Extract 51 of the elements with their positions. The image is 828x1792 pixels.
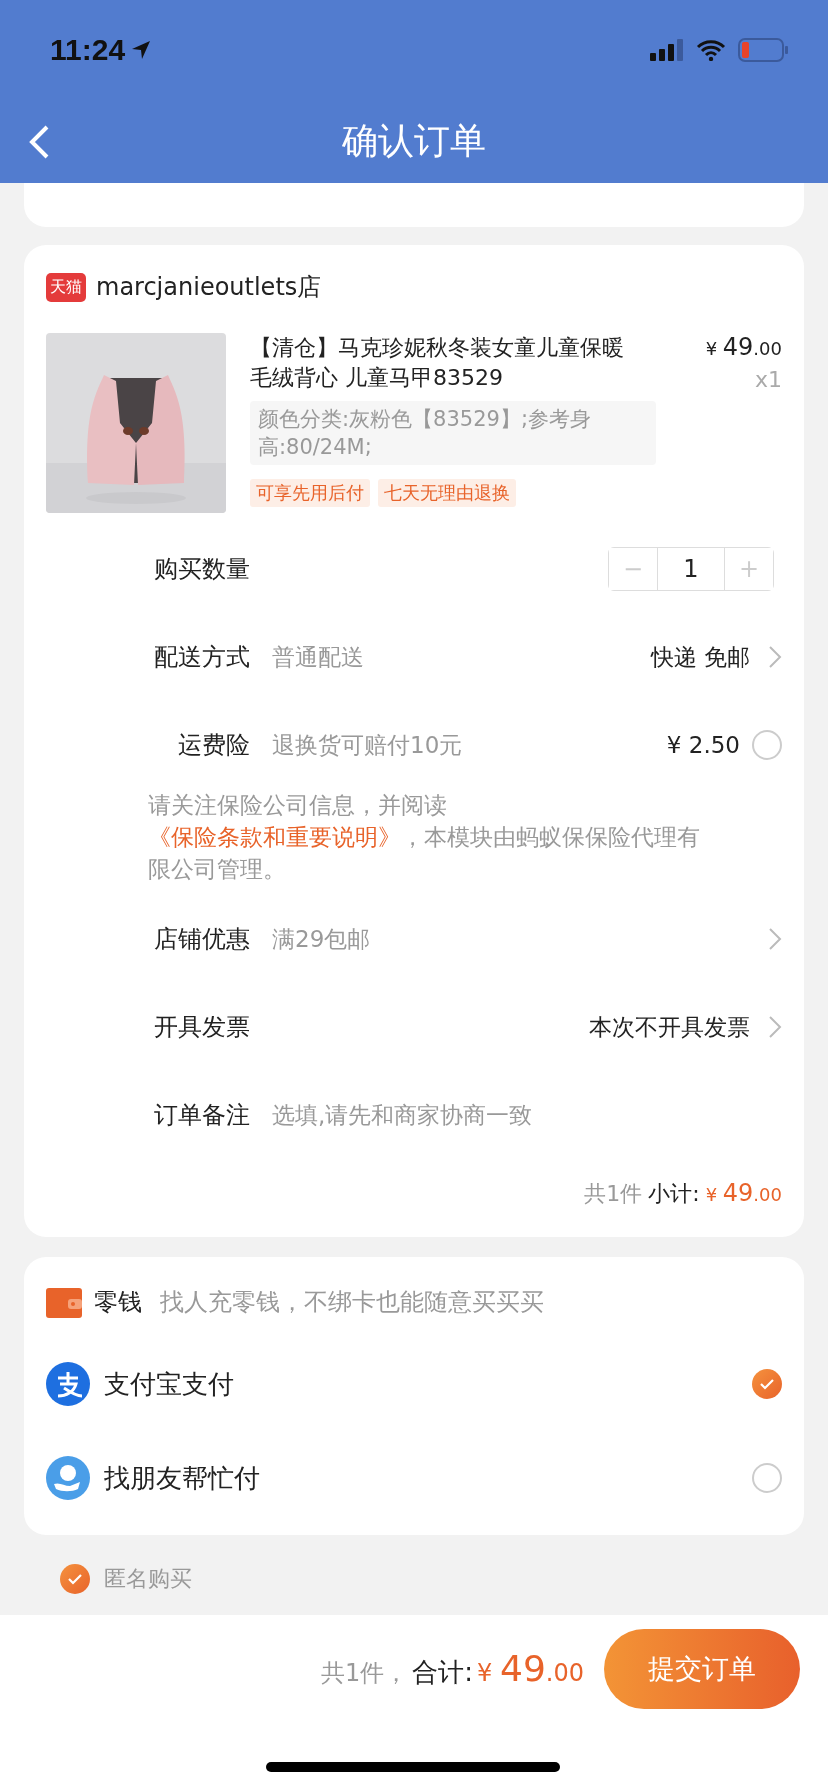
- check-icon: [67, 1573, 83, 1585]
- insurance-checkbox[interactable]: [752, 730, 782, 760]
- chevron-right-icon: [768, 927, 782, 951]
- row-value[interactable]: 本次不开具发票: [589, 1011, 750, 1043]
- payment-method[interactable]: 找朋友帮忙付: [104, 1460, 726, 1496]
- item-count: 共1件: [584, 1180, 643, 1208]
- row-hint: 普通配送: [272, 642, 365, 672]
- status-time: 11:24: [50, 33, 126, 67]
- battery-icon: [738, 38, 788, 62]
- shop-name[interactable]: marcjanieoutlets店: [96, 271, 322, 303]
- row-label: 店铺优惠: [153, 924, 250, 955]
- row-value[interactable]: 快递 免邮: [650, 641, 750, 673]
- service-tag: 可享先用后付: [250, 479, 370, 507]
- signal-icon: [650, 39, 684, 61]
- subtotal-label: 小计:: [648, 1180, 700, 1208]
- check-icon: [759, 1378, 775, 1390]
- row-label: 开具发票: [153, 1012, 250, 1043]
- alipay-icon: [46, 1362, 90, 1406]
- total-count: 共1件，: [321, 1658, 409, 1689]
- store-badge: 天猫: [46, 272, 86, 302]
- service-tag: 七天无理由退换: [378, 479, 516, 507]
- page-title: 确认订单: [342, 119, 486, 163]
- row-value: ¥ 2.50: [666, 732, 740, 758]
- payment-method[interactable]: 支付宝支付: [104, 1366, 726, 1402]
- row-label: 订单备注: [153, 1100, 250, 1131]
- wallet-label: 零钱: [94, 1287, 142, 1318]
- anonymous-checkbox[interactable]: [60, 1564, 90, 1594]
- product-price: ¥ 49.00: [705, 333, 782, 361]
- wallet-icon: [46, 1286, 82, 1318]
- chevron-right-icon: [768, 1015, 782, 1039]
- row-label: 购买数量: [153, 554, 250, 585]
- total-amount: ¥ 49.00: [477, 1648, 584, 1689]
- radio-button[interactable]: [752, 1463, 782, 1493]
- note-field[interactable]: 选填,请先和商家协商一致: [272, 1102, 782, 1128]
- row-label: 配送方式: [153, 642, 250, 673]
- location-arrow-icon: [131, 40, 152, 60]
- insurance-notice: 请关注保险公司信息，并阅读 《保险条款和重要说明》，本模块由蚂蚁保保险代理有限公司管理。: [147, 791, 701, 884]
- row-hint: 退换货可赔付10元: [272, 730, 464, 760]
- back-icon[interactable]: [28, 124, 50, 160]
- chevron-right-icon: [768, 645, 782, 669]
- total-label: 合计:: [412, 1656, 474, 1689]
- wifi-icon: [696, 39, 726, 61]
- wallet-hint: 找人充零钱，不绑卡也能随意买买买: [160, 1287, 544, 1318]
- subtotal-amount: ¥ 49.00: [705, 1179, 782, 1207]
- anonymous-label: 匿名购买: [104, 1565, 192, 1593]
- product-title: 【清仓】马克珍妮秋冬装女童儿童保暖毛绒背心 儿童马甲83529: [250, 334, 625, 392]
- radio-button[interactable]: [752, 1369, 782, 1399]
- product-sku: 颜色分类:灰粉色【83529】;参考身高:80/24M;: [250, 401, 656, 465]
- row-label: 运费险: [177, 730, 250, 761]
- product-quantity: x1: [754, 367, 782, 392]
- row-hint: 满29包邮: [272, 924, 372, 954]
